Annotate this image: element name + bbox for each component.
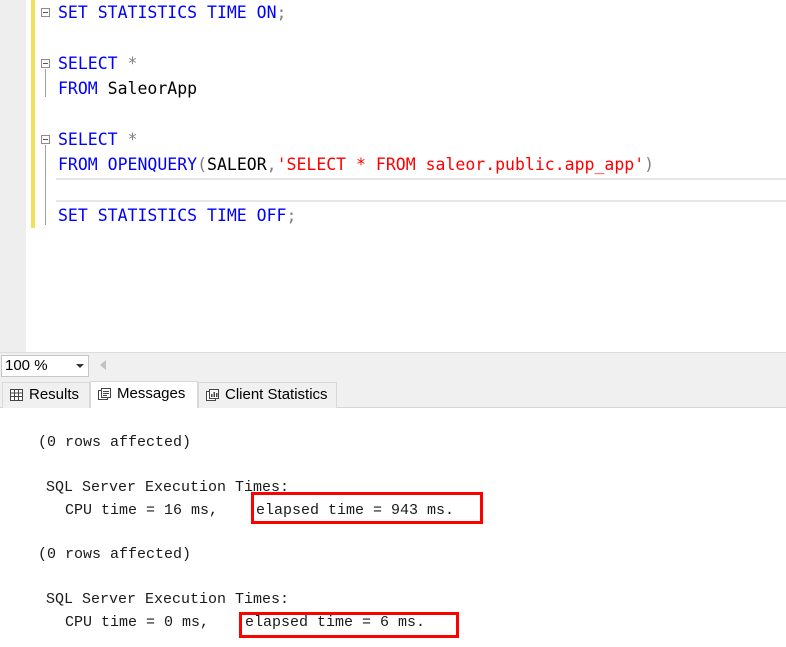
- tab-results[interactable]: Results: [2, 382, 90, 408]
- editor-status-bar: 100 %: [0, 352, 786, 378]
- collapse-icon[interactable]: [41, 135, 50, 144]
- rows-affected-message: (0 rows affected): [38, 546, 192, 563]
- rows-affected-message: (0 rows affected): [38, 434, 192, 451]
- code-line-3[interactable]: SELECT *: [58, 51, 137, 76]
- collapse-icon[interactable]: [41, 8, 50, 17]
- code-line-9[interactable]: SET STATISTICS TIME OFF;: [58, 203, 296, 228]
- messages-icon: [98, 388, 111, 400]
- zoom-value: 100 %: [5, 357, 48, 374]
- tab-client-statistics[interactable]: Client Statistics: [198, 382, 337, 408]
- zoom-dropdown[interactable]: 100 %: [1, 355, 89, 377]
- messages-pane[interactable]: (0 rows affected) SQL Server Execution T…: [0, 408, 786, 647]
- elapsed-time-highlight-box: [251, 492, 483, 524]
- grid-icon: [10, 389, 23, 401]
- change-tracking-bar: [31, 0, 35, 228]
- collapse-icon[interactable]: [41, 59, 50, 68]
- chevron-down-icon[interactable]: [76, 364, 84, 368]
- query-editor[interactable]: SET STATISTICS TIME ON; SELECT * FROM Sa…: [0, 0, 786, 352]
- code-line-6[interactable]: SELECT *: [58, 127, 137, 152]
- cpu-time-text: CPU time = 0 ms,: [65, 614, 210, 631]
- fold-guide: [45, 145, 46, 225]
- scroll-left-arrow-icon[interactable]: [100, 360, 106, 370]
- code-line-1[interactable]: SET STATISTICS TIME ON;: [58, 0, 286, 25]
- cpu-time-text: CPU time = 16 ms,: [65, 502, 219, 519]
- editor-gutter: [0, 0, 26, 352]
- results-tab-strip: Results Messages Client Statistics: [0, 378, 786, 409]
- tab-messages[interactable]: Messages: [90, 381, 198, 409]
- execution-times-header: SQL Server Execution Times:: [46, 591, 290, 608]
- elapsed-time-highlight-box: [239, 612, 459, 638]
- current-line-highlight: [56, 178, 786, 202]
- statistics-icon: [206, 389, 219, 401]
- code-line-7[interactable]: FROM OPENQUERY(SALEOR,'SELECT * FROM sal…: [58, 152, 654, 177]
- fold-guide: [45, 69, 46, 97]
- code-line-4[interactable]: FROM SaleorApp: [58, 76, 197, 101]
